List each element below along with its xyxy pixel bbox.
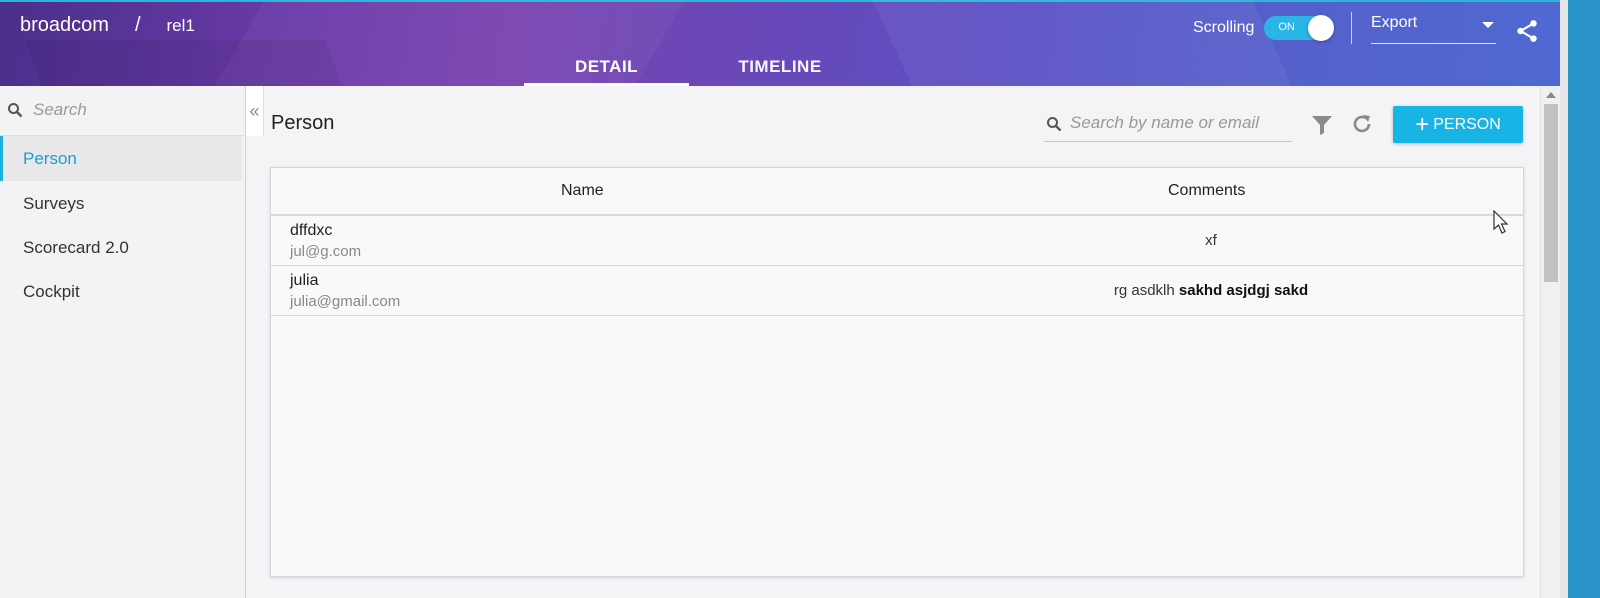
toggle-knob — [1308, 15, 1335, 41]
breadcrumb: broadcom / rel1 — [20, 14, 195, 37]
sidebar-search-placeholder: Search — [33, 100, 87, 119]
chevron-down-icon — [1482, 22, 1494, 28]
toggle-state-label: ON — [1278, 21, 1295, 33]
person-comment: rg asdklh sakhd asjdgj sakd — [901, 282, 1521, 299]
person-email: jul@g.com — [290, 243, 362, 260]
breadcrumb-release[interactable]: rel1 — [167, 16, 195, 36]
person-name: julia — [290, 272, 319, 289]
collapse-sidebar-icon[interactable]: « — [246, 86, 264, 136]
column-header-comments[interactable]: Comments — [1168, 182, 1245, 200]
search-icon — [8, 103, 23, 118]
header-decor — [862, 0, 1318, 86]
page-title: Person — [271, 112, 335, 134]
header-divider — [1351, 12, 1352, 44]
comment-text: rg asdklh — [1113, 282, 1179, 299]
refresh-icon[interactable] — [1350, 112, 1374, 136]
person-search-input[interactable]: Search by name or email — [1044, 106, 1292, 142]
header-decor — [25, 40, 355, 86]
add-person-label: PERSON — [1433, 115, 1501, 133]
share-icon[interactable] — [1514, 18, 1540, 44]
person-table: Name Comments dffdxc jul@g.com xf julia … — [270, 167, 1524, 577]
tab-timeline[interactable]: TIMELINE — [689, 48, 871, 86]
plus-icon: + — [1415, 110, 1430, 138]
comment-text: xf — [1205, 232, 1217, 249]
vertical-scrollbar[interactable] — [1540, 86, 1560, 598]
person-comment: xf — [901, 232, 1521, 249]
table-row[interactable]: dffdxc jul@g.com xf — [271, 216, 1523, 266]
sidebar-item-scorecard[interactable]: Scorecard 2.0 — [0, 225, 242, 270]
search-icon — [1047, 117, 1062, 132]
scrolling-label: Scrolling — [1193, 19, 1255, 36]
window-edge-inner — [1560, 0, 1568, 598]
export-dropdown[interactable]: Export — [1371, 14, 1496, 44]
sidebar-search[interactable]: Search — [0, 86, 245, 136]
sidebar-item-person[interactable]: Person — [0, 136, 242, 181]
table-header: Name Comments — [271, 168, 1523, 216]
scroll-up-arrow-icon[interactable] — [1546, 92, 1556, 98]
add-person-button[interactable]: + PERSON — [1393, 106, 1523, 143]
export-label: Export — [1371, 14, 1418, 31]
scrollbar-thumb[interactable] — [1544, 104, 1558, 282]
breadcrumb-separator: / — [134, 14, 141, 36]
view-tabs: DETAIL TIMELINE — [524, 48, 871, 86]
column-header-name[interactable]: Name — [561, 182, 604, 200]
window-edge — [1560, 0, 1600, 598]
mouse-cursor-icon — [1493, 210, 1509, 234]
header-accent-line — [0, 0, 1600, 2]
scrolling-control: Scrolling ON — [1193, 15, 1335, 41]
filter-icon[interactable] — [1310, 113, 1334, 137]
person-email: julia@gmail.com — [290, 293, 401, 310]
app-header: broadcom / rel1 DETAIL TIMELINE Scrollin… — [0, 0, 1600, 86]
sidebar-item-cockpit[interactable]: Cockpit — [0, 269, 242, 314]
person-name: dffdxc — [290, 222, 333, 239]
tab-detail[interactable]: DETAIL — [524, 48, 689, 86]
breadcrumb-org[interactable]: broadcom — [20, 14, 109, 37]
sidebar: Search Person Surveys Scorecard 2.0 Cock… — [0, 86, 246, 598]
table-row[interactable]: julia julia@gmail.com rg asdklh sakhd as… — [271, 266, 1523, 316]
comment-bold-text: sakhd asjdgj sakd — [1178, 282, 1309, 299]
sidebar-item-surveys[interactable]: Surveys — [0, 181, 242, 226]
scrolling-toggle[interactable]: ON — [1264, 15, 1335, 41]
person-search-placeholder: Search by name or email — [1070, 113, 1259, 132]
